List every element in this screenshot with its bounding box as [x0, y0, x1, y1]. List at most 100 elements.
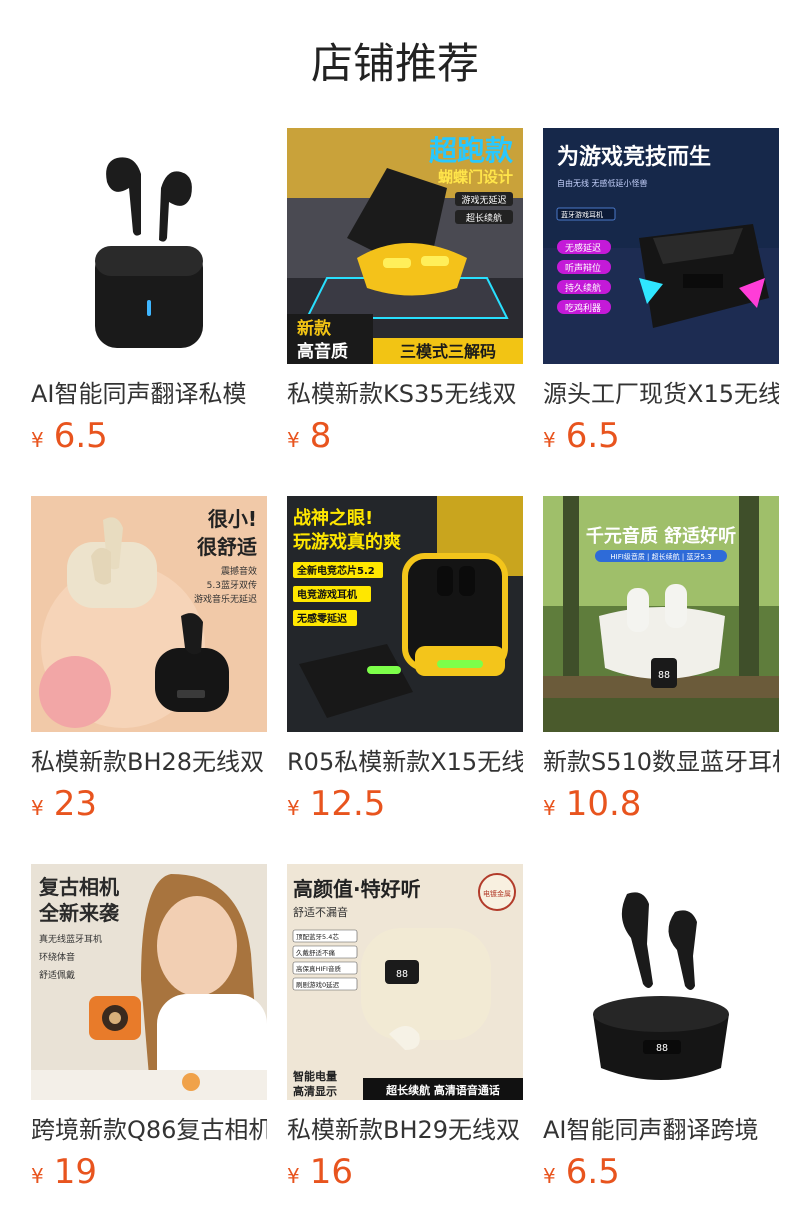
- overlay-text: 震撼音效: [221, 565, 257, 577]
- overlay-text: 蝴蝶门设计: [438, 168, 513, 186]
- product-name[interactable]: 新款S510数显蓝牙耳机: [543, 746, 779, 778]
- product-name[interactable]: AI智能同声翻译私模: [31, 378, 267, 410]
- overlay-text: 为游戏竞技而生: [557, 144, 711, 170]
- product-card[interactable]: 88 千元音质 舒适好听 HIFI级音质 | 超长续航 | 蓝牙5.3 新款S5…: [543, 496, 779, 864]
- product-card[interactable]: 战神之眼! 玩游戏真的爽 全新电竞芯片5.2 电竞游戏耳机 无感零延迟 R05私…: [287, 496, 523, 864]
- overlay-text: 新款: [297, 318, 332, 339]
- currency-symbol: ¥: [287, 796, 300, 820]
- gaming-earbuds-case-icon: 为游戏竞技而生 自由无线 无感低延小怪兽 蓝牙游戏耳机 无感延迟 听声辩位 持久…: [543, 128, 779, 364]
- overlay-text: 游戏音乐无延迟: [194, 593, 257, 605]
- overlay-text: 舒适佩戴: [39, 969, 75, 981]
- overlay-text: 环绕体音: [39, 951, 75, 963]
- overlay-text: 久戴舒适不痛: [296, 948, 336, 957]
- currency-symbol: ¥: [543, 428, 556, 452]
- product-price: ¥ 23: [31, 784, 267, 828]
- product-card[interactable]: 为游戏竞技而生 自由无线 无感低延小怪兽 蓝牙游戏耳机 无感延迟 听声辩位 持久…: [543, 128, 779, 496]
- product-image[interactable]: 复古相机 全新来袭 真无线蓝牙耳机 环绕体音 舒适佩戴: [31, 864, 267, 1100]
- product-image[interactable]: 战神之眼! 玩游戏真的爽 全新电竞芯片5.2 电竞游戏耳机 无感零延迟: [287, 496, 523, 732]
- product-image[interactable]: 88: [543, 864, 779, 1100]
- page-title: 店铺推荐: [310, 39, 479, 88]
- product-name[interactable]: 私模新款BH28无线双: [31, 746, 267, 778]
- product-image[interactable]: 很小! 很舒适 震撼音效 5.3蓝牙双传 游戏音乐无延迟: [31, 496, 267, 732]
- product-name[interactable]: 源头工厂现货X15无线: [543, 378, 779, 410]
- overlay-text: 无感零延迟: [296, 612, 347, 625]
- black-yellow-gaming-earbuds-icon: 战神之眼! 玩游戏真的爽 全新电竞芯片5.2 电竞游戏耳机 无感零延迟: [287, 496, 523, 732]
- product-price: ¥ 19: [31, 1152, 267, 1196]
- product-price: ¥ 6.5: [31, 416, 267, 460]
- product-price: ¥ 10.8: [543, 784, 779, 828]
- currency-symbol: ¥: [543, 1164, 556, 1188]
- overlay-text: 超跑款: [429, 134, 514, 167]
- overlay-text: 超长续航: [466, 212, 502, 224]
- overlay-text: 无感延迟: [565, 242, 601, 254]
- black-earbuds-round-case-icon: 88: [543, 864, 779, 1100]
- overlay-text: 游戏无延迟: [461, 194, 506, 206]
- price-value: 6.5: [565, 1152, 620, 1192]
- svg-text:88: 88: [658, 670, 670, 681]
- price-value: 19: [53, 1152, 97, 1192]
- overlay-text: 88: [656, 1043, 668, 1054]
- overlay-text: 很小!: [208, 507, 257, 531]
- product-image[interactable]: 88 千元音质 舒适好听 HIFI级音质 | 超长续航 | 蓝牙5.3: [543, 496, 779, 732]
- overlay-text: 玩游戏真的爽: [293, 531, 401, 553]
- overlay-text: 高保真HIFI音质: [296, 964, 341, 973]
- currency-symbol: ¥: [287, 428, 300, 452]
- overlay-text: 自由无线 无感低延小怪兽: [557, 178, 648, 188]
- overlay-text: 真无线蓝牙耳机: [39, 933, 102, 945]
- overlay-text: 吃鸡利器: [565, 302, 601, 314]
- product-name[interactable]: R05私模新款X15无线: [287, 746, 523, 778]
- overlay-text: 电竞游戏耳机: [297, 588, 357, 601]
- product-name[interactable]: 私模新款BH29无线双: [287, 1114, 523, 1146]
- price-value: 6.5: [53, 416, 108, 456]
- overlay-text: 复古相机: [38, 875, 119, 899]
- product-price: ¥ 6.5: [543, 1152, 779, 1196]
- overlay-text: 全新电竞芯片5.2: [296, 564, 375, 577]
- product-image[interactable]: 88 高颜值·特好听 舒适不漏音 电镀金属 顶配蓝牙5.4芯 久戴舒适不痛 高保…: [287, 864, 523, 1100]
- black-earbuds-square-case-icon: [31, 128, 267, 364]
- overlay-text: 超长续航 高清语音通话: [385, 1083, 500, 1097]
- product-price: ¥ 6.5: [543, 416, 779, 460]
- product-name[interactable]: AI智能同声翻译跨境: [543, 1114, 779, 1146]
- product-name[interactable]: 跨境新款Q86复古相机: [31, 1114, 267, 1146]
- retro-camera-earbuds-model-icon: 复古相机 全新来袭 真无线蓝牙耳机 环绕体音 舒适佩戴: [31, 864, 267, 1100]
- product-card[interactable]: 88 AI智能同声翻译跨境 ¥ 6.5: [543, 864, 779, 1232]
- product-card[interactable]: 复古相机 全新来袭 真无线蓝牙耳机 环绕体音 舒适佩戴 跨境新款Q86复古相机 …: [31, 864, 267, 1232]
- overlay-text: 高音质: [297, 341, 348, 362]
- currency-symbol: ¥: [543, 796, 556, 820]
- currency-symbol: ¥: [31, 428, 44, 452]
- overlay-text: 5.3蓝牙双传: [207, 579, 257, 591]
- overlay-text: 智能电量: [293, 1069, 337, 1083]
- product-price: ¥ 16: [287, 1152, 523, 1196]
- svg-text:88: 88: [396, 969, 408, 980]
- price-value: 8: [309, 416, 332, 456]
- product-grid: AI智能同声翻译私模 ¥ 6.5 超跑款 蝴蝶门设计 游戏无延迟 超长续航 新款…: [31, 128, 779, 1232]
- product-image[interactable]: 为游戏竞技而生 自由无线 无感低延小怪兽 蓝牙游戏耳机 无感延迟 听声辩位 持久…: [543, 128, 779, 364]
- price-value: 16: [309, 1152, 353, 1192]
- overlay-text: 战神之眼!: [293, 507, 373, 529]
- overlay-text: 很舒适: [197, 535, 257, 559]
- product-name[interactable]: 私模新款KS35无线双: [287, 378, 523, 410]
- overlay-text: 高颜值·特好听: [293, 877, 421, 901]
- product-card[interactable]: 很小! 很舒适 震撼音效 5.3蓝牙双传 游戏音乐无延迟 私模新款BH28无线双…: [31, 496, 267, 864]
- product-card[interactable]: 88 高颜值·特好听 舒适不漏音 电镀金属 顶配蓝牙5.4芯 久戴舒适不痛 高保…: [287, 864, 523, 1232]
- product-card[interactable]: AI智能同声翻译私模 ¥ 6.5: [31, 128, 267, 496]
- product-image[interactable]: [31, 128, 267, 364]
- cream-earbuds-case-icon: 88 高颜值·特好听 舒适不漏音 电镀金属 顶配蓝牙5.4芯 久戴舒适不痛 高保…: [287, 864, 523, 1100]
- white-earbuds-forest-icon: 88 千元音质 舒适好听 HIFI级音质 | 超长续航 | 蓝牙5.3: [543, 496, 779, 732]
- overlay-text: 刷剧游戏0延迟: [296, 980, 340, 989]
- store-recommendations-page: 店铺推荐 AI智能同声翻译私模 ¥ 6.5 超跑款 蝴蝶门设计 游戏无延迟 超长…: [0, 0, 790, 1232]
- product-price: ¥ 8: [287, 416, 523, 460]
- product-image[interactable]: 超跑款 蝴蝶门设计 游戏无延迟 超长续航 新款 高音质 三模式三解码: [287, 128, 523, 364]
- product-card[interactable]: 超跑款 蝴蝶门设计 游戏无延迟 超长续航 新款 高音质 三模式三解码 私模新款K…: [287, 128, 523, 496]
- overlay-text: HIFI级音质 | 超长续航 | 蓝牙5.3: [610, 552, 711, 561]
- price-value: 12.5: [309, 784, 386, 824]
- overlay-text: 千元音质 舒适好听: [586, 525, 736, 547]
- price-value: 23: [53, 784, 97, 824]
- overlay-text: 全新来袭: [38, 901, 120, 925]
- overlay-text: 舒适不漏音: [293, 905, 348, 919]
- overlay-text: 高清显示: [293, 1084, 337, 1098]
- currency-symbol: ¥: [287, 1164, 300, 1188]
- currency-symbol: ¥: [31, 796, 44, 820]
- currency-symbol: ¥: [31, 1164, 44, 1188]
- overlay-text: 三模式三解码: [400, 342, 496, 361]
